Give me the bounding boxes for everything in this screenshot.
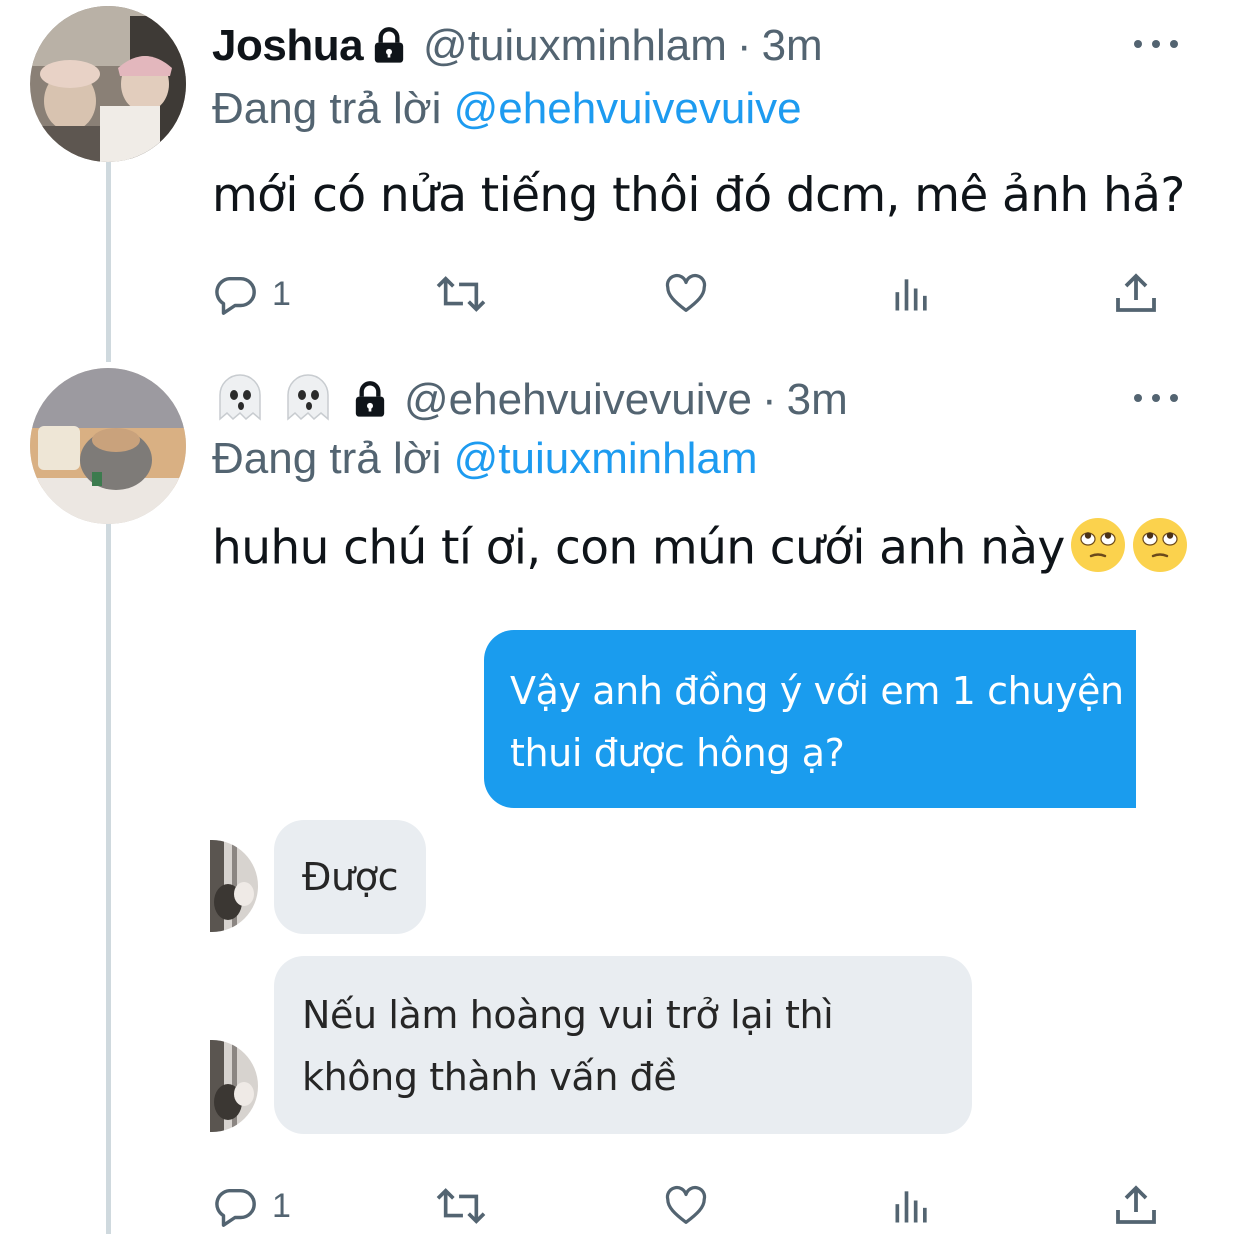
face-with-rolling-eyes-emoji (1069, 516, 1127, 586)
reply-count: 1 (272, 274, 291, 313)
views-button[interactable] (890, 264, 934, 324)
timestamp[interactable]: 3m (762, 21, 823, 71)
outgoing-message-bubble: Vậy anh đồng ý với em 1 chuyện thui được… (484, 630, 1136, 808)
tweet-actions: 1 (212, 264, 1172, 324)
message-line: thui được hông ạ? (510, 731, 845, 775)
reply-prefix: Đang trả lời (212, 84, 442, 133)
thread-line (106, 524, 111, 1234)
like-button[interactable] (662, 264, 710, 324)
more-icon[interactable] (1134, 388, 1178, 408)
face-with-rolling-eyes-emoji (1131, 516, 1189, 586)
tweet-header: Joshua @tuiuxminhlam · 3m (212, 18, 823, 74)
lock-icon (369, 26, 409, 66)
lock-icon (350, 380, 390, 420)
retweet-icon (436, 276, 486, 312)
message-line: Vậy anh đồng ý với em 1 chuyện (510, 669, 1124, 713)
views-icon (895, 279, 927, 311)
incoming-message-bubble: Được (274, 820, 426, 934)
separator-dot: · (761, 375, 777, 424)
tweet-text: mới có nửa tiếng thôi đó dcm, mê ảnh hả? (212, 168, 1185, 223)
views-button[interactable] (890, 1176, 934, 1236)
message-line: Được (302, 855, 399, 899)
message-line: không thành vấn đề (302, 1055, 677, 1099)
chat-avatar (210, 840, 258, 932)
more-icon[interactable] (1134, 34, 1178, 54)
share-icon (1116, 1185, 1156, 1224)
share-button[interactable] (1112, 1176, 1160, 1236)
reply-button[interactable]: 1 (212, 1176, 291, 1236)
avatar[interactable] (30, 6, 186, 162)
tweet-text-content: huhu chú tí ơi, con mún cưới anh này (212, 520, 1065, 576)
reply-icon (215, 1188, 256, 1227)
like-icon (665, 1185, 707, 1224)
timestamp[interactable]: 3m (787, 375, 848, 425)
reply-mention-link[interactable]: @ehehvuivevuive (454, 84, 802, 133)
replying-to: Đang trả lời @tuiuxminhlam (212, 434, 758, 484)
replying-to: Đang trả lời @ehehvuivevuive (212, 84, 802, 134)
avatar[interactable] (30, 368, 186, 524)
like-button[interactable] (662, 1176, 710, 1236)
share-icon (1116, 273, 1156, 312)
ghost-emoji (280, 373, 338, 428)
reply-button[interactable]: 1 (212, 264, 291, 324)
display-name[interactable]: Joshua (212, 21, 364, 71)
message-line: Nếu làm hoàng vui trở lại thì (302, 993, 834, 1037)
reply-prefix: Đang trả lời (212, 434, 442, 483)
retweet-button[interactable] (434, 1176, 488, 1236)
retweet-icon (436, 1188, 486, 1224)
reply-mention-link[interactable]: @tuiuxminhlam (454, 434, 758, 483)
user-handle[interactable]: @tuiuxminhlam (423, 21, 727, 71)
separator-dot: · (736, 21, 752, 70)
reply-count: 1 (272, 1186, 291, 1225)
incoming-message-bubble: Nếu làm hoàng vui trở lại thì không thàn… (274, 956, 972, 1134)
reply-icon (215, 276, 256, 315)
thread-line (106, 162, 111, 362)
views-icon (895, 1191, 927, 1223)
tweet-actions: 1 (212, 1176, 1172, 1236)
share-button[interactable] (1112, 264, 1160, 324)
tweet-header: @ehehvuivevuive · 3m (212, 372, 848, 428)
retweet-button[interactable] (434, 264, 488, 324)
ghost-emoji (212, 373, 270, 428)
tweet-text: huhu chú tí ơi, con mún cưới anh này (212, 516, 1189, 586)
like-icon (665, 273, 707, 312)
user-handle[interactable]: @ehehvuivevuive (404, 375, 752, 425)
chat-avatar (210, 1040, 258, 1132)
